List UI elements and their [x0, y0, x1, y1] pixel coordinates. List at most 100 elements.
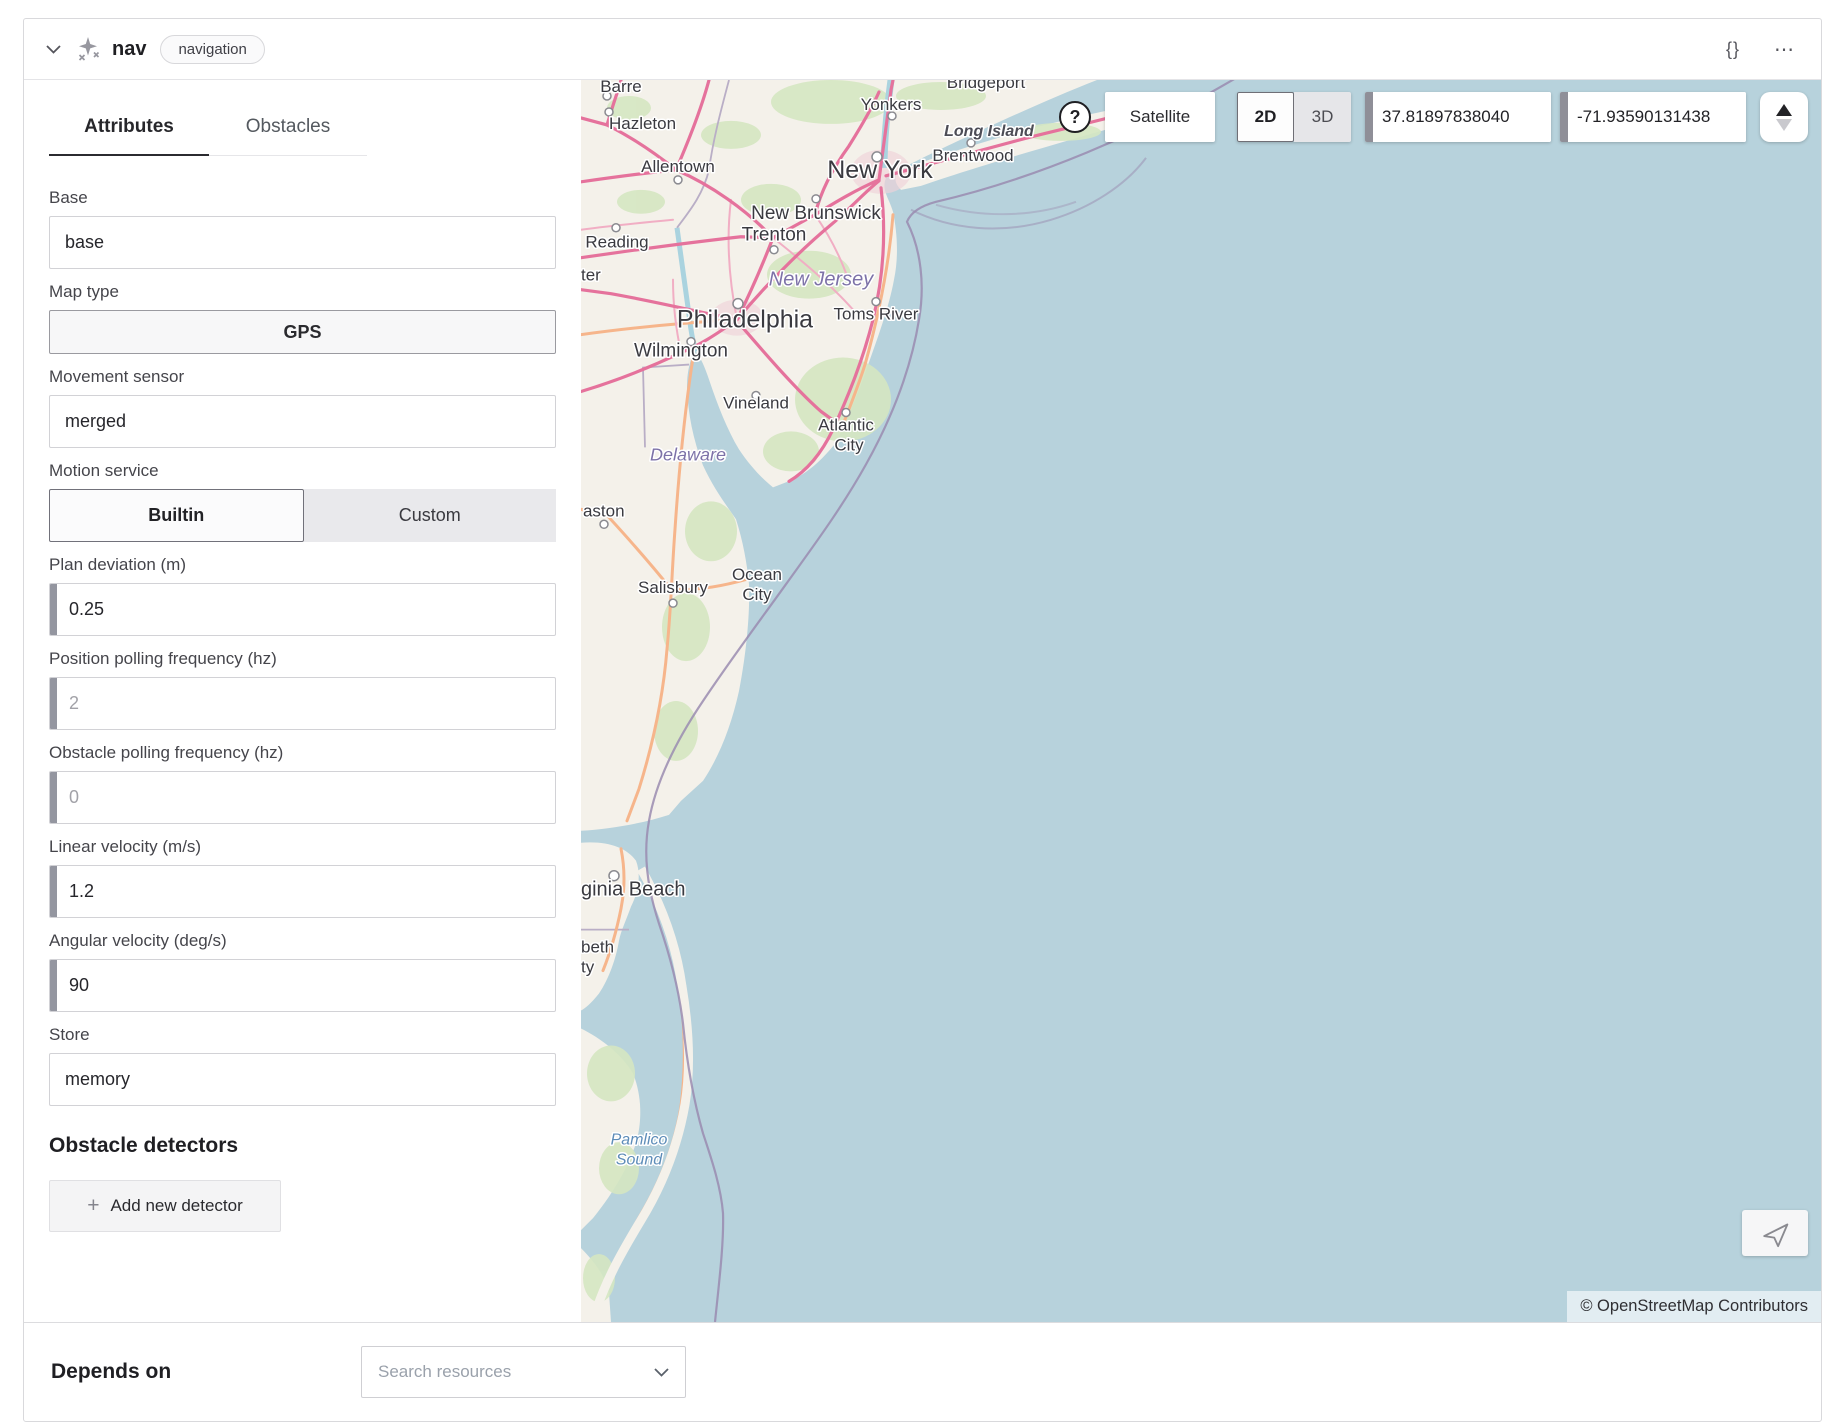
plus-icon: +	[87, 1195, 99, 1216]
svg-text:Reading: Reading	[585, 233, 648, 252]
svg-text:Salisbury: Salisbury	[638, 578, 708, 597]
motion-service-toggle: Builtin Custom	[49, 489, 556, 542]
card-header: nav navigation {} ⋯	[24, 19, 1821, 80]
number-accent-bar	[50, 584, 57, 635]
obstacle-polling-input[interactable]	[49, 771, 556, 824]
linear-velocity-label: Linear velocity (m/s)	[49, 837, 556, 857]
tab-bar: Attributes Obstacles	[49, 106, 367, 156]
svg-text:New Jersey: New Jersey	[769, 269, 874, 291]
angular-velocity-label: Angular velocity (deg/s)	[49, 931, 556, 951]
latitude-input[interactable]	[1365, 92, 1551, 142]
svg-text:Philadelphia: Philadelphia	[677, 306, 813, 334]
angular-velocity-input-field[interactable]	[57, 960, 555, 1011]
step-down-icon[interactable]	[1776, 119, 1792, 131]
resource-type-badge: navigation	[160, 35, 264, 64]
store-input-field[interactable]	[50, 1054, 555, 1105]
svg-text:City: City	[834, 435, 864, 454]
svg-text:Pamlico: Pamlico	[611, 1131, 668, 1148]
svg-text:New Brunswick: New Brunswick	[751, 203, 881, 224]
add-detector-button[interactable]: + Add new detector	[49, 1180, 281, 1232]
help-icon[interactable]: ?	[1059, 101, 1091, 133]
movement-sensor-input[interactable]	[49, 395, 556, 448]
motion-service-builtin[interactable]: Builtin	[49, 489, 304, 542]
obstacle-polling-input-field[interactable]	[57, 772, 555, 823]
angular-velocity-input[interactable]	[49, 959, 556, 1012]
svg-text:beth: beth	[581, 938, 614, 957]
resource-card: nav navigation {} ⋯ Attributes Obstacles…	[23, 18, 1822, 1422]
depends-on-label: Depends on	[51, 1360, 361, 1384]
number-accent-bar	[50, 772, 57, 823]
svg-text:City: City	[742, 585, 772, 604]
svg-text:Barre: Barre	[600, 80, 642, 96]
map-dimension-toggle: 2D 3D	[1237, 92, 1351, 142]
svg-text:Long Island: Long Island	[944, 123, 1035, 140]
map-3d-button[interactable]: 3D	[1294, 92, 1351, 142]
map[interactable]: BarreHazletonterYonkersBridgeportLong Is…	[581, 80, 1821, 1322]
svg-text:Trenton: Trenton	[742, 225, 807, 246]
map-control-bar: ? Satellite 2D 3D	[1059, 92, 1808, 142]
svg-text:Sound: Sound	[616, 1151, 663, 1168]
satellite-toggle-button[interactable]: Satellite	[1105, 92, 1215, 142]
base-label: Base	[49, 188, 556, 208]
movement-sensor-label: Movement sensor	[49, 367, 556, 387]
map-canvas[interactable]: BarreHazletonterYonkersBridgeportLong Is…	[581, 80, 1821, 1322]
plan-deviation-label: Plan deviation (m)	[49, 555, 556, 575]
obstacle-polling-label: Obstacle polling frequency (hz)	[49, 743, 556, 763]
svg-text:Wilmington: Wilmington	[634, 341, 728, 362]
sparkles-icon	[74, 35, 102, 63]
step-up-icon[interactable]	[1776, 104, 1792, 116]
zoom-stepper[interactable]	[1760, 92, 1808, 142]
svg-text:Brentwood: Brentwood	[932, 146, 1013, 165]
base-input-field[interactable]	[50, 217, 555, 268]
base-input[interactable]	[49, 216, 556, 269]
movement-sensor-input-field[interactable]	[50, 396, 555, 447]
store-label: Store	[49, 1025, 556, 1045]
motion-service-label: Motion service	[49, 461, 556, 481]
svg-text:Delaware: Delaware	[650, 444, 726, 464]
position-polling-label: Position polling frequency (hz)	[49, 649, 556, 669]
plan-deviation-input-field[interactable]	[57, 584, 555, 635]
linear-velocity-input-field[interactable]	[57, 866, 555, 917]
latitude-input-field[interactable]	[1373, 92, 1551, 142]
longitude-input[interactable]	[1560, 92, 1746, 142]
map-type-gps-button[interactable]: GPS	[49, 310, 556, 354]
tab-attributes[interactable]: Attributes	[49, 106, 209, 156]
svg-text:Allentown: Allentown	[641, 157, 715, 176]
motion-service-custom[interactable]: Custom	[304, 489, 557, 542]
recenter-button[interactable]	[1742, 1210, 1808, 1256]
longitude-input-field[interactable]	[1568, 92, 1746, 142]
svg-text:aston: aston	[583, 501, 625, 520]
depends-on-select[interactable]: Search resources	[361, 1346, 686, 1398]
chevron-down-icon	[654, 1368, 669, 1377]
svg-text:Toms River: Toms River	[834, 305, 919, 324]
svg-text:ty: ty	[581, 958, 595, 977]
svg-text:New York: New York	[827, 156, 933, 184]
map-attribution: © OpenStreetMap Contributors	[1567, 1291, 1821, 1322]
number-accent-bar	[1560, 92, 1568, 142]
collapse-chevron-icon[interactable]	[42, 38, 64, 60]
svg-text:ginia Beach: ginia Beach	[581, 879, 685, 901]
tab-obstacles[interactable]: Obstacles	[209, 106, 367, 156]
number-accent-bar	[1365, 92, 1373, 142]
plan-deviation-input[interactable]	[49, 583, 556, 636]
svg-text:Atlantic: Atlantic	[818, 415, 874, 434]
position-polling-input-field[interactable]	[57, 678, 555, 729]
overflow-menu-button[interactable]: ⋯	[1772, 33, 1797, 66]
svg-text:Hazleton: Hazleton	[609, 114, 676, 133]
code-json-button[interactable]: {}	[1720, 35, 1746, 64]
config-panel: Attributes Obstacles Base Map type GPS M…	[24, 80, 581, 1322]
map-type-label: Map type	[49, 282, 556, 302]
svg-text:Bridgeport: Bridgeport	[947, 80, 1026, 92]
depends-on-placeholder: Search resources	[378, 1362, 654, 1382]
svg-text:ter: ter	[581, 266, 601, 285]
depends-on-bar: Depends on Search resources	[24, 1322, 1821, 1421]
position-polling-input[interactable]	[49, 677, 556, 730]
number-accent-bar	[50, 866, 57, 917]
svg-text:Ocean: Ocean	[732, 565, 782, 584]
svg-text:Vineland: Vineland	[723, 393, 789, 412]
linear-velocity-input[interactable]	[49, 865, 556, 918]
obstacle-detectors-heading: Obstacle detectors	[49, 1134, 556, 1158]
store-input[interactable]	[49, 1053, 556, 1106]
number-accent-bar	[50, 960, 57, 1011]
map-2d-button[interactable]: 2D	[1237, 92, 1294, 142]
